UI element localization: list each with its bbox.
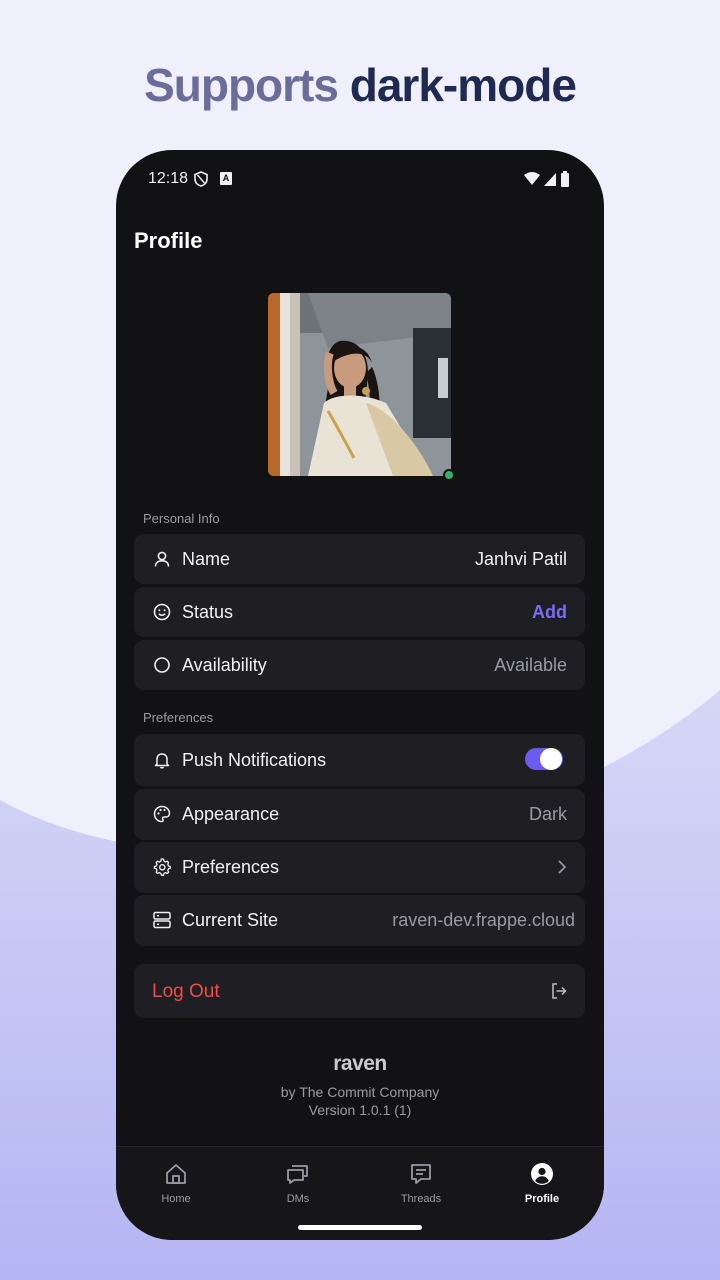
status-label: Status (182, 602, 234, 622)
name-row[interactable]: Name Janhvi Patil (134, 534, 585, 584)
status-add-button[interactable]: Add (532, 602, 567, 623)
tab-dms-label: DMs (286, 1193, 310, 1205)
gear-icon (153, 858, 171, 876)
preferences-label: Preferences (182, 857, 280, 877)
server-icon (153, 911, 171, 929)
bottom-tab-bar: Home DMs Threads Profile (116, 1146, 604, 1240)
status-bar: 12:18 A (116, 150, 604, 210)
headline-part2: dark-mode (349, 59, 577, 111)
appearance-value: Dark (528, 804, 567, 824)
availability-row[interactable]: Availability Available (134, 640, 585, 690)
name-value: Janhvi Patil (474, 549, 567, 569)
brand-logo: raven (333, 1052, 387, 1075)
logout-icon (552, 983, 567, 999)
app-version: Version 1.0.1 (1) (308, 1102, 412, 1118)
tab-profile[interactable]: Profile (502, 1161, 582, 1211)
headline: Supports dark-mode (0, 58, 720, 112)
wifi-icon (524, 172, 540, 185)
tab-threads-label: Threads (400, 1193, 442, 1205)
name-label: Name (182, 549, 231, 569)
shield-icon (194, 171, 208, 187)
page-title: Profile (134, 228, 203, 253)
bell-icon (154, 753, 170, 769)
push-notifications-toggle[interactable] (525, 748, 563, 770)
signal-icon (544, 173, 556, 186)
online-status-dot (443, 469, 455, 481)
chevron-right-icon (558, 860, 567, 874)
push-notifications-row[interactable]: Push Notifications (134, 734, 585, 786)
status-time: 12:18 (148, 170, 189, 187)
headline-part1: Supports (144, 59, 339, 111)
push-notifications-label: Push Notifications (182, 750, 327, 770)
logout-label: Log Out (152, 981, 220, 1002)
status-row[interactable]: Status Add (134, 587, 585, 637)
toggle-knob (540, 748, 562, 770)
section-label-preferences: Preferences (143, 710, 214, 725)
current-site-label: Current Site (182, 910, 279, 930)
profile-icon (531, 1163, 553, 1185)
current-site-value: raven-dev.frappe.cloud (392, 910, 575, 930)
current-site-row[interactable]: Current Site raven-dev.frappe.cloud (134, 895, 585, 946)
company-byline: by The Commit Company (280, 1084, 440, 1100)
palette-icon (153, 805, 171, 823)
tab-home[interactable]: Home (136, 1161, 216, 1211)
home-icon (166, 1164, 186, 1184)
threads-icon (411, 1164, 431, 1184)
avatar[interactable] (268, 293, 451, 476)
phone-frame: 12:18 A Profile Personal Info Name Janhv… (116, 150, 604, 1240)
tab-profile-label: Profile (524, 1193, 560, 1205)
preferences-row[interactable]: Preferences (134, 842, 585, 893)
appearance-label: Appearance (182, 804, 280, 824)
system-status-icons (524, 171, 569, 187)
logout-button[interactable]: Log Out (134, 964, 585, 1018)
smile-icon (153, 603, 171, 621)
tab-home-label: Home (161, 1193, 191, 1205)
user-icon (154, 551, 170, 567)
circle-icon (154, 657, 170, 673)
availability-value: Available (494, 655, 567, 675)
availability-label: Availability (182, 655, 267, 675)
dms-icon (287, 1165, 308, 1184)
section-label-personal-info: Personal Info (143, 511, 220, 526)
home-indicator[interactable] (298, 1225, 422, 1230)
appearance-row[interactable]: Appearance Dark (134, 789, 585, 840)
a-badge-icon: A (220, 172, 232, 185)
tab-threads[interactable]: Threads (381, 1161, 461, 1211)
battery-icon (561, 173, 569, 187)
tab-dms[interactable]: DMs (258, 1161, 338, 1211)
